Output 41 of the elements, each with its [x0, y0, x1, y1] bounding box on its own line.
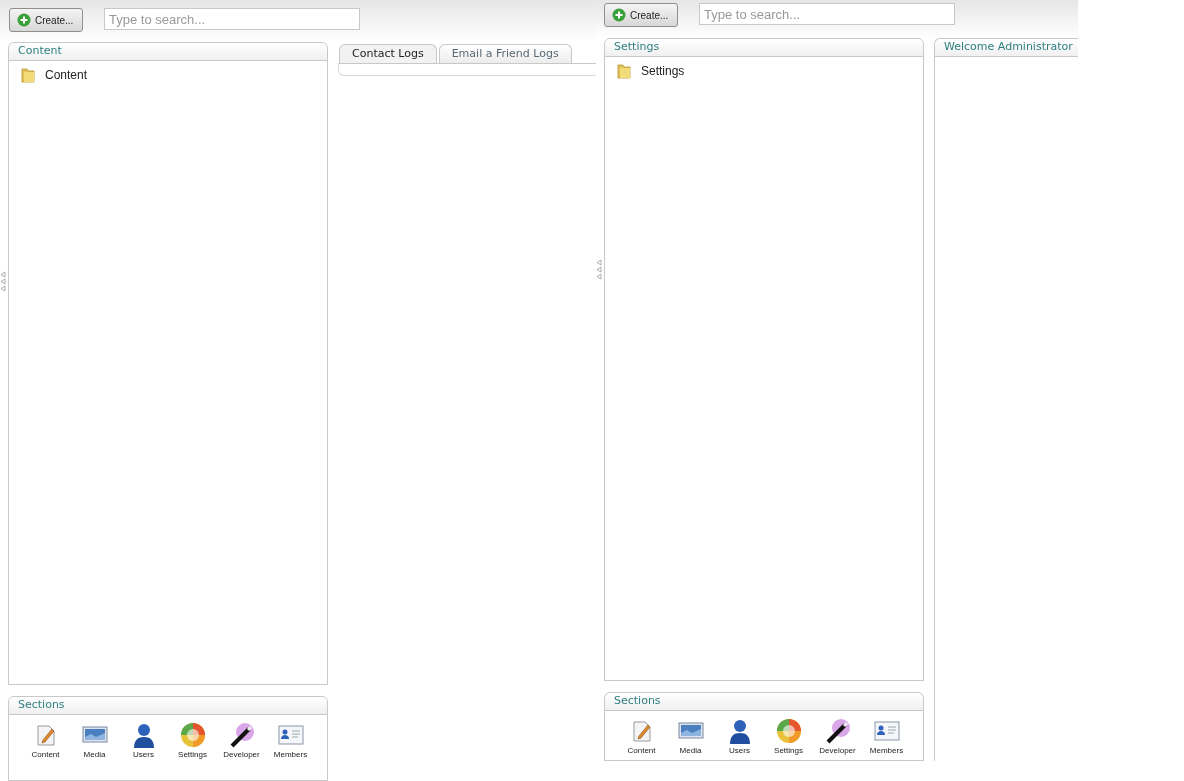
user-icon — [131, 722, 156, 748]
panel-title: Sections — [18, 697, 65, 714]
section-item[interactable]: Settings — [764, 718, 813, 757]
section-item[interactable]: Users — [119, 722, 168, 761]
magic-wand-icon — [228, 722, 255, 748]
plus-icon — [17, 13, 31, 27]
monitor-icon — [81, 725, 108, 745]
tab[interactable]: Contact Logs — [339, 44, 437, 63]
tree-item[interactable]: Content — [9, 61, 327, 84]
search-field[interactable]: Type to search... — [699, 3, 955, 25]
tab[interactable]: Email a Friend Logs — [438, 44, 572, 63]
create-button[interactable]: Create... — [9, 8, 83, 32]
color-ball-icon — [775, 718, 802, 744]
section-item[interactable]: Users — [715, 718, 764, 757]
folder-icon — [617, 63, 631, 79]
section-item[interactable]: Media — [666, 718, 715, 757]
section-item[interactable]: Media — [70, 722, 119, 761]
section-item[interactable]: Content — [617, 718, 666, 757]
id-card-icon — [277, 724, 304, 746]
search-field[interactable]: Type to search... — [104, 8, 360, 30]
section-item[interactable]: Developer — [813, 718, 862, 757]
panel-title: Content — [18, 43, 62, 60]
id-card-icon — [873, 720, 900, 742]
panel-title: Welcome Administrator — [944, 39, 1073, 56]
section-item[interactable]: Content — [21, 722, 70, 761]
section-item[interactable]: Developer — [217, 722, 266, 761]
create-button[interactable]: Create... — [604, 3, 678, 27]
section-item[interactable]: Members — [266, 722, 315, 761]
color-ball-icon — [179, 722, 206, 748]
user-icon — [727, 718, 752, 744]
panel-title: Sections — [614, 693, 661, 710]
section-item[interactable]: Settings — [168, 722, 217, 761]
monitor-icon — [677, 721, 704, 741]
splitter-handle-icon — [0, 271, 6, 292]
panel-title: Settings — [614, 39, 660, 56]
section-item[interactable]: Members — [862, 718, 911, 757]
tree-item[interactable]: Settings — [605, 57, 923, 80]
splitter-handle-icon — [596, 259, 602, 280]
folder-icon — [21, 67, 35, 83]
plus-icon — [612, 8, 626, 22]
magic-wand-icon — [824, 718, 851, 744]
